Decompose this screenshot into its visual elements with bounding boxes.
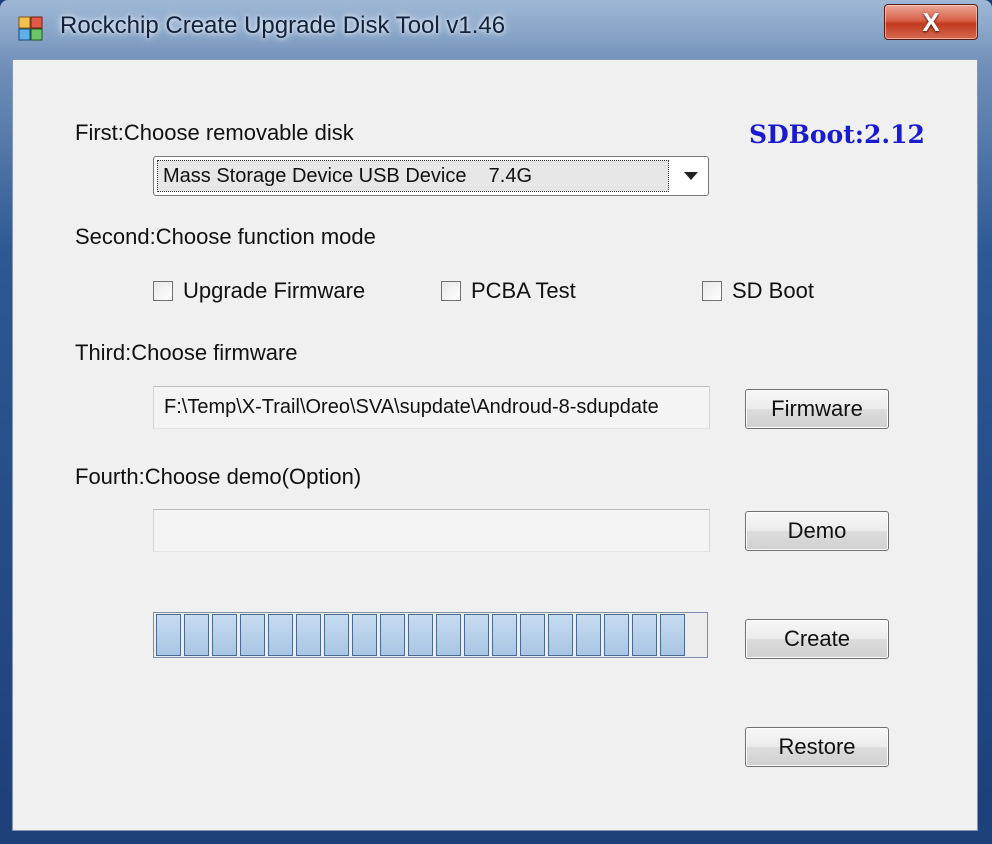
progress-segment	[184, 614, 209, 656]
progress-segment	[464, 614, 489, 656]
demo-button[interactable]: Demo	[745, 511, 889, 551]
pcba-test-option[interactable]: PCBA Test	[441, 278, 576, 304]
window-title: Rockchip Create Upgrade Disk Tool v1.46	[60, 12, 506, 39]
sdboot-version: SDBoot:2.12	[749, 120, 925, 149]
chevron-down-icon[interactable]	[684, 172, 698, 180]
progress-segment	[660, 614, 685, 656]
sd-boot-label: SD Boot	[732, 278, 814, 303]
sd-boot-option[interactable]: SD Boot	[702, 278, 814, 304]
step4-label: Fourth:Choose demo(Option)	[75, 464, 362, 489]
progress-bar	[153, 612, 708, 658]
progress-segment	[604, 614, 629, 656]
progress-segment	[380, 614, 405, 656]
pcba-test-checkbox[interactable]	[441, 281, 461, 301]
create-button[interactable]: Create	[745, 619, 889, 659]
demo-path-field[interactable]	[153, 509, 710, 552]
disk-select-value: Mass Storage Device USB Device 7.4G	[157, 160, 669, 192]
firmware-path-field[interactable]: F:\Temp\X-Trail\Oreo\SVA\supdate\Androud…	[153, 386, 710, 429]
progress-segment	[240, 614, 265, 656]
progress-segment	[520, 614, 545, 656]
progress-segment	[212, 614, 237, 656]
upgrade-firmware-option[interactable]: Upgrade Firmware	[153, 278, 365, 304]
sd-boot-checkbox[interactable]	[702, 281, 722, 301]
step2-label: Second:Choose function mode	[75, 224, 376, 249]
progress-segment	[576, 614, 601, 656]
progress-segment	[548, 614, 573, 656]
app-blocks-icon	[18, 16, 43, 41]
progress-segment	[268, 614, 293, 656]
progress-segment	[436, 614, 461, 656]
progress-segment	[352, 614, 377, 656]
close-button[interactable]: X	[884, 4, 978, 40]
window-frame: Rockchip Create Upgrade Disk Tool v1.46 …	[0, 0, 992, 844]
restore-button[interactable]: Restore	[745, 727, 889, 767]
progress-segment	[632, 614, 657, 656]
progress-segment	[408, 614, 433, 656]
upgrade-firmware-label: Upgrade Firmware	[183, 278, 366, 303]
dialog-client-area: First:Choose removable disk SDBoot:2.12 …	[12, 59, 978, 831]
progress-segment	[296, 614, 321, 656]
step3-label: Third:Choose firmware	[75, 340, 298, 365]
title-bar[interactable]: Rockchip Create Upgrade Disk Tool v1.46 …	[0, 0, 992, 58]
pcba-test-label: PCBA Test	[471, 278, 576, 303]
disk-select[interactable]: Mass Storage Device USB Device 7.4G	[153, 156, 709, 196]
step1-label: First:Choose removable disk	[75, 120, 354, 145]
firmware-button[interactable]: Firmware	[745, 389, 889, 429]
progress-segment	[156, 614, 181, 656]
progress-segment	[324, 614, 349, 656]
progress-segment	[492, 614, 517, 656]
upgrade-firmware-checkbox[interactable]	[153, 281, 173, 301]
